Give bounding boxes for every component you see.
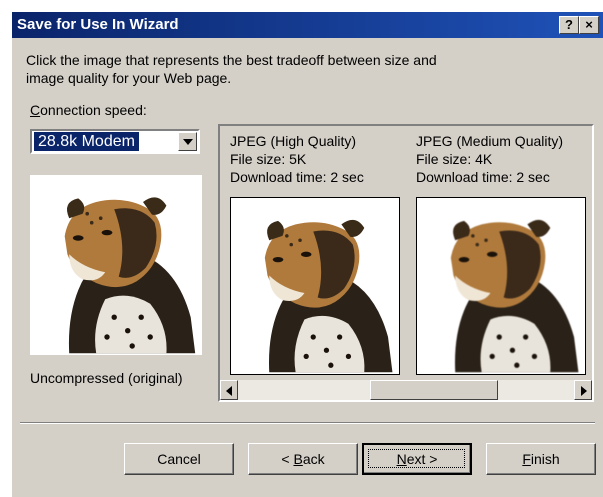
instruction-text-line2: image quality for your Web page. (26, 70, 232, 86)
original-caption: Uncompressed (original) (30, 370, 183, 386)
back-mnemonic: B (293, 451, 303, 467)
label-text: onnection speed: (40, 102, 147, 118)
back-label: ack (302, 451, 325, 467)
back-button[interactable]: < Back (248, 443, 358, 475)
help-icon[interactable]: ? (559, 16, 579, 34)
scrollbar-thumb[interactable] (370, 380, 498, 400)
cancel-button[interactable]: Cancel (124, 443, 234, 475)
back-prefix: < (281, 451, 294, 467)
finish-button[interactable]: Finish (486, 443, 596, 475)
jpeg-high-quality-preview[interactable] (230, 197, 400, 375)
cheetah-image (264, 219, 393, 373)
original-image-thumbnail[interactable] (30, 175, 202, 355)
finish-mnemonic: F (522, 451, 531, 467)
connection-speed-value: 28.8k Modem (34, 132, 139, 151)
cheetah-image (64, 197, 196, 354)
scroll-left-icon[interactable] (220, 380, 238, 400)
dialog-title: Save for Use In Wizard (17, 16, 179, 33)
label-mnemonic: C (30, 102, 41, 118)
button-separator (20, 422, 595, 424)
scroll-right-icon[interactable] (574, 380, 592, 400)
preview-download-time: Download time: 2 sec (230, 169, 364, 185)
close-icon[interactable]: × (579, 16, 599, 34)
connection-speed-dropdown[interactable]: 28.8k Modem (30, 129, 200, 154)
finish-label: inish (530, 451, 560, 467)
preview-format: JPEG (High Quality) (230, 133, 357, 149)
focus-ring (368, 449, 465, 468)
next-button[interactable]: Next > (362, 443, 472, 475)
instruction-text-line1: Click the image that represents the best… (26, 52, 437, 68)
preview-file-size: File size: 4K (416, 151, 493, 167)
connection-speed-label: Connection speed: (30, 102, 147, 118)
horizontal-scrollbar[interactable] (220, 380, 592, 400)
preview-file-size: File size: 5K (230, 151, 307, 167)
preview-info-high: JPEG (High Quality) File size: 5K Downlo… (230, 132, 364, 186)
dropdown-arrow-icon[interactable] (178, 132, 197, 151)
save-for-web-wizard-dialog: Save for Use In Wizard ? × Click the ima… (12, 12, 603, 497)
title-bar: Save for Use In Wizard ? × (12, 12, 603, 38)
cheetah-image (450, 219, 579, 373)
jpeg-medium-quality-preview[interactable] (416, 197, 586, 375)
preview-info-medium: JPEG (Medium Quality) File size: 4K Down… (416, 132, 563, 186)
preview-panel: JPEG (High Quality) File size: 5K Downlo… (218, 124, 594, 402)
preview-format: JPEG (Medium Quality) (416, 133, 564, 149)
preview-download-time: Download time: 2 sec (416, 169, 550, 185)
